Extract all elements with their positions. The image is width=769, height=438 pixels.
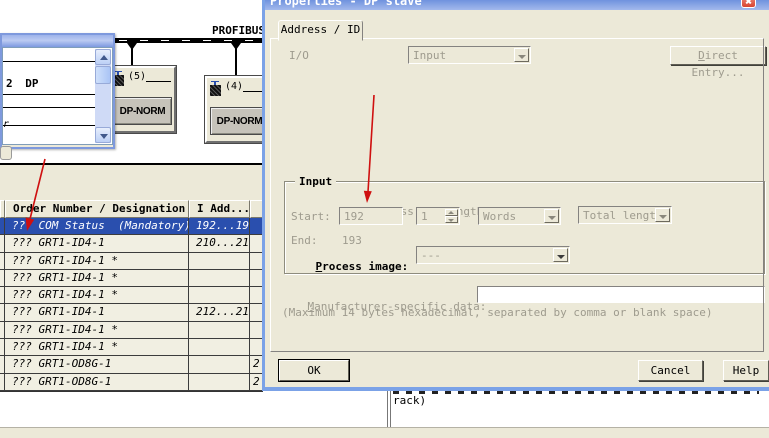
dialog-title: Properties - DP slave [270, 0, 422, 8]
scroll-up-icon[interactable] [95, 49, 111, 65]
table-row[interactable]: ??? GRT1-ID4-1 * [0, 322, 263, 339]
lower-pane-background [0, 165, 262, 200]
table-row[interactable]: ??? GRT1-ID4-1 * [0, 253, 263, 270]
profibus-bus-label: PROFIBUS [212, 25, 265, 37]
info-text: rack) [393, 395, 426, 407]
slave-name-line [146, 81, 171, 82]
slave-number: (4) [225, 81, 243, 93]
slot-row-fragment: r [3, 119, 9, 130]
slave-number: (5) [128, 71, 146, 83]
ok-button[interactable]: OK [279, 360, 349, 381]
table-header-row: Order Number / Designation I Add... [0, 200, 263, 218]
drop-line [235, 44, 237, 76]
table-row[interactable]: ??? GRT1-OD8G-1 2 [0, 374, 263, 391]
close-icon[interactable] [741, 0, 756, 8]
table-row[interactable]: ??? GRT1-ID4-1 210...211 [0, 235, 263, 252]
mini-window: 2 DP r [0, 33, 115, 149]
lower-left-pane [0, 392, 387, 427]
tab-page [270, 38, 764, 352]
table-row[interactable]: ??? GRT1-OD8G-1 2 [0, 356, 263, 373]
dialog-titlebar[interactable]: Properties - DP slave [265, 0, 769, 10]
table-row[interactable]: ??? GRT1-ID4-1 212...213 [0, 304, 263, 321]
table-row[interactable]: ??? COM Status (Mandatory) 192...193 [0, 218, 263, 235]
scrollbar[interactable] [95, 49, 111, 143]
slot-row-label: 2 DP [6, 77, 39, 90]
scrollbar-thumb[interactable] [95, 66, 111, 84]
table-row[interactable]: ??? GRT1-ID4-1 * [0, 287, 263, 304]
help-button[interactable]: Help [723, 360, 769, 381]
dp-slave-5[interactable]: (5) DP-NORM [108, 66, 176, 133]
properties-dialog: Properties - DP slave Address / ID I/O I… [262, 0, 769, 391]
lower-right-pane [391, 391, 769, 427]
module-table: Order Number / Designation I Add... ??? … [0, 200, 263, 392]
dp-norm-badge: DP-NORM [210, 107, 269, 135]
cancel-button[interactable]: Cancel [638, 360, 703, 381]
obscured-text-line [393, 391, 759, 394]
tab-address-id[interactable]: Address / ID [278, 20, 363, 41]
drop-line [131, 44, 133, 66]
scroll-down-icon[interactable] [95, 127, 111, 143]
table-row[interactable]: ??? GRT1-ID4-1 * [0, 270, 263, 287]
table-row[interactable]: ??? GRT1-ID4-1 * [0, 339, 263, 356]
col-i-address[interactable]: I Add... [189, 200, 250, 218]
bottom-status-strip [0, 427, 769, 438]
ui-fragment [0, 146, 12, 160]
dp-norm-badge: DP-NORM [113, 97, 172, 125]
dp-slave-icon [210, 85, 221, 96]
rack-slot-list[interactable]: 2 DP r [2, 47, 113, 145]
mini-window-titlebar[interactable] [2, 35, 113, 47]
col-order-number[interactable]: Order Number / Designation [5, 200, 189, 218]
